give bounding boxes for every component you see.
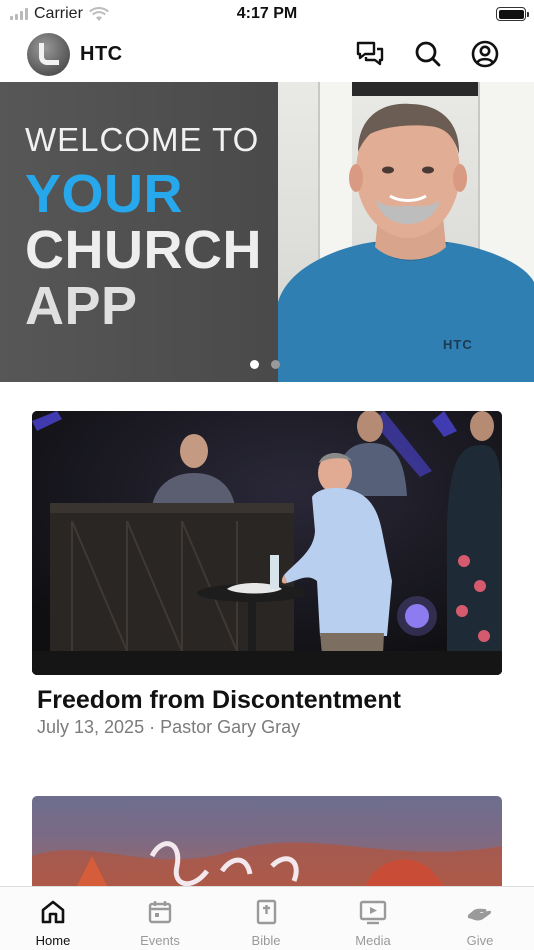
account-icon[interactable] [470, 39, 500, 69]
chat-bubbles-icon[interactable] [355, 39, 385, 69]
pager-dot-active[interactable] [250, 360, 259, 369]
tab-events[interactable]: Events [107, 887, 213, 950]
hero-text: WELCOME TO YOUR CHURCH APP [25, 120, 262, 334]
app-header: HTC [0, 28, 534, 82]
app-title: HTC [80, 43, 123, 65]
media-icon [358, 897, 388, 927]
sermon-video-card[interactable] [32, 411, 502, 675]
pastor-photo: HTC [278, 82, 534, 382]
search-icon[interactable] [413, 39, 443, 69]
tab-label-home: Home [35, 933, 71, 948]
bible-icon [251, 897, 281, 927]
tab-give[interactable]: Give [427, 887, 533, 950]
hero-carousel[interactable]: WELCOME TO YOUR CHURCH APP HTC [0, 82, 534, 382]
pager-dot[interactable] [271, 360, 280, 369]
status-bar: Carrier 4:17 PM [0, 0, 534, 28]
pastor-figure [278, 103, 534, 382]
sermon-thumbnail [32, 411, 502, 675]
hero-church: CHURCH [25, 220, 262, 280]
carousel-pager[interactable] [250, 360, 280, 369]
hero-welcome: WELCOME TO [25, 121, 260, 158]
tab-media[interactable]: Media [320, 887, 426, 950]
home-icon [38, 897, 68, 927]
tab-bible[interactable]: Bible [213, 887, 319, 950]
sermon-title[interactable]: Freedom from Discontentment [37, 686, 401, 715]
shirt-logo: HTC [443, 337, 473, 352]
tab-bar: Home Events Bible Media Give [0, 886, 534, 950]
give-icon [465, 897, 495, 927]
hero-your: YOUR [25, 164, 184, 224]
card-artwork [32, 841, 502, 896]
church-logo[interactable] [27, 33, 70, 76]
hero-app: APP [25, 276, 138, 336]
tab-label-media: Media [355, 933, 391, 948]
tab-home[interactable]: Home [0, 887, 106, 950]
tab-label-events: Events [140, 933, 180, 948]
tab-label-bible: Bible [251, 933, 281, 948]
tab-label-give: Give [466, 933, 494, 948]
status-time: 4:17 PM [236, 5, 298, 22]
secondary-content-card[interactable] [32, 796, 502, 896]
battery-icon [496, 7, 529, 21]
sermon-meta: July 13, 2025 · Pastor Gary Gray [37, 717, 301, 737]
calendar-icon [145, 897, 175, 927]
